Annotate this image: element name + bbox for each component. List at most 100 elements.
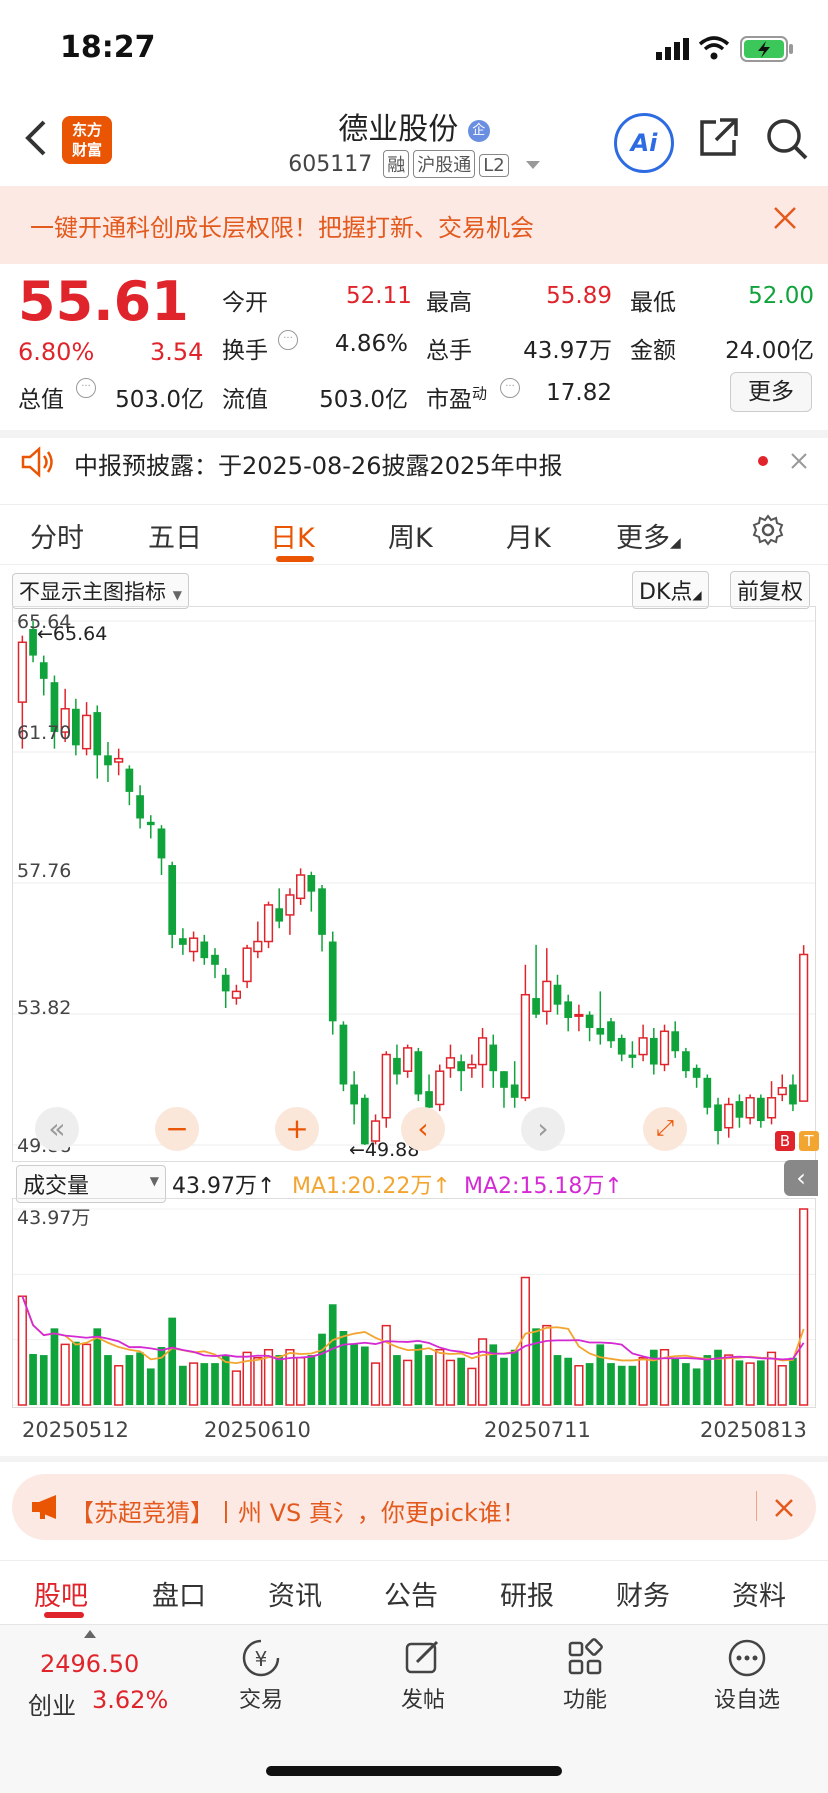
candle: [659, 1024, 670, 1072]
add-watchlist-button[interactable]: 设自选: [692, 1636, 802, 1714]
candle: [682, 1047, 690, 1078]
candle: [403, 1044, 413, 1078]
index-value[interactable]: 2496.50: [40, 1650, 139, 1678]
open-label: 今开: [222, 290, 268, 316]
date-label: 20250512: [22, 1418, 129, 1442]
tab-announcements[interactable]: 公告: [384, 1574, 438, 1613]
trade-button[interactable]: ¥ 交易: [206, 1636, 316, 1714]
candle: [585, 1011, 594, 1042]
candle: [168, 861, 177, 949]
float-label: 流值: [222, 387, 268, 413]
y-tick-label: 57.76: [17, 860, 72, 882]
candle: [318, 884, 326, 952]
close-icon[interactable]: [790, 452, 808, 474]
volume-bar: [500, 1357, 508, 1405]
candle: [146, 815, 155, 839]
volume-bar: [328, 1304, 337, 1405]
t-marker: T: [799, 1131, 819, 1151]
candle: [628, 1041, 637, 1068]
kline-chart[interactable]: 65.64 61.70 57.76 53.82 49.88 ←65.64 ←49…: [12, 606, 819, 1162]
post-button[interactable]: 发帖: [368, 1636, 478, 1714]
tab-five-day[interactable]: 五日: [148, 516, 202, 555]
high-value: 55.89: [546, 283, 612, 309]
share-icon[interactable]: [696, 116, 740, 164]
active-tab-indicator: [276, 556, 314, 562]
candle: [671, 1021, 680, 1058]
volume-bar: [574, 1365, 584, 1406]
svg-text:¥: ¥: [255, 1647, 268, 1671]
volume-bar: [435, 1348, 445, 1406]
zoom-out-icon[interactable]: −: [155, 1107, 199, 1151]
candle: [520, 964, 530, 1102]
candle: [285, 888, 295, 935]
volume-bar: [296, 1356, 306, 1406]
volume-chart[interactable]: 43.97万: [12, 1198, 816, 1408]
volume-bar: [72, 1341, 80, 1405]
divider: [756, 1491, 757, 1521]
gear-icon[interactable]: [752, 514, 784, 550]
tab-news[interactable]: 资讯: [268, 1574, 322, 1613]
rewind-icon[interactable]: «: [35, 1107, 79, 1151]
index-name[interactable]: 创业: [28, 1686, 76, 1721]
volume-bar: [477, 1338, 488, 1406]
candle: [553, 974, 562, 1015]
candle: [692, 1064, 701, 1088]
tab-finance[interactable]: 财务: [616, 1574, 670, 1613]
candle: [607, 1017, 615, 1048]
tab-monthly-k[interactable]: 月K: [506, 516, 551, 555]
collapse-panel-icon[interactable]: ‹: [784, 1160, 818, 1196]
ai-button[interactable]: Ai: [614, 113, 674, 173]
more-button[interactable]: 更多: [730, 372, 812, 412]
volume-max-label: 43.97万: [17, 1207, 91, 1229]
grid-icon: [530, 1636, 640, 1682]
candle: [350, 1071, 358, 1125]
volume-bar: [93, 1328, 102, 1405]
pe-label: 市盈动: [426, 384, 488, 413]
candle: [435, 1064, 445, 1112]
search-icon[interactable]: [764, 116, 810, 166]
main-indicator-select[interactable]: 不显示主图指标 ▼: [12, 573, 189, 609]
volume-bar: [81, 1343, 92, 1406]
chevron-left-icon[interactable]: ‹: [401, 1107, 445, 1151]
tab-weekly-k[interactable]: 周K: [388, 516, 433, 555]
tab-daily-k[interactable]: 日K: [270, 516, 315, 555]
volume-bar: [766, 1351, 777, 1406]
volume-bar: [564, 1357, 573, 1405]
zoom-in-icon[interactable]: +: [275, 1107, 319, 1151]
tab-profile[interactable]: 资料: [732, 1574, 786, 1613]
chevron-right-icon[interactable]: ›: [521, 1107, 565, 1151]
volume-bar: [200, 1363, 209, 1405]
tab-intraday[interactable]: 分时: [30, 516, 84, 555]
candle: [467, 1054, 477, 1078]
volume-bar: [136, 1352, 144, 1405]
volume-bar: [520, 1276, 530, 1406]
info-icon[interactable]: ···: [76, 378, 96, 398]
info-icon[interactable]: ···: [500, 378, 520, 398]
volume-label: 总手: [426, 338, 472, 364]
home-indicator: [266, 1766, 562, 1776]
adjust-button[interactable]: 前复权: [730, 571, 811, 609]
volume-bar: [414, 1344, 423, 1405]
candle: [532, 944, 540, 1018]
close-icon[interactable]: [772, 204, 798, 239]
promo-banner-text: 一键开通科创成长层权限！把握打新、交易机会: [30, 214, 534, 242]
change-percent: 6.80%: [18, 338, 95, 366]
expand-icon[interactable]: ⤢: [643, 1107, 687, 1151]
volume-bar: [381, 1324, 391, 1406]
tab-forum[interactable]: 股吧: [34, 1574, 88, 1613]
candle: [253, 921, 263, 959]
candle: [564, 994, 573, 1032]
candle: [221, 968, 230, 1009]
volume-svg: [13, 1208, 815, 1406]
index-percent[interactable]: 3.62%: [92, 1686, 168, 1714]
tab-research[interactable]: 研报: [500, 1574, 554, 1613]
info-icon[interactable]: ···: [278, 330, 298, 350]
tab-orderbook[interactable]: 盘口: [152, 1574, 206, 1613]
close-icon[interactable]: [774, 1498, 794, 1522]
tab-more[interactable]: 更多◢: [616, 516, 681, 555]
functions-button[interactable]: 功能: [530, 1636, 640, 1714]
dk-point-button[interactable]: DK点◢: [632, 571, 709, 609]
max-price-label: ←65.64: [37, 623, 108, 645]
candle: [39, 655, 48, 696]
volume-bar: [350, 1344, 358, 1405]
